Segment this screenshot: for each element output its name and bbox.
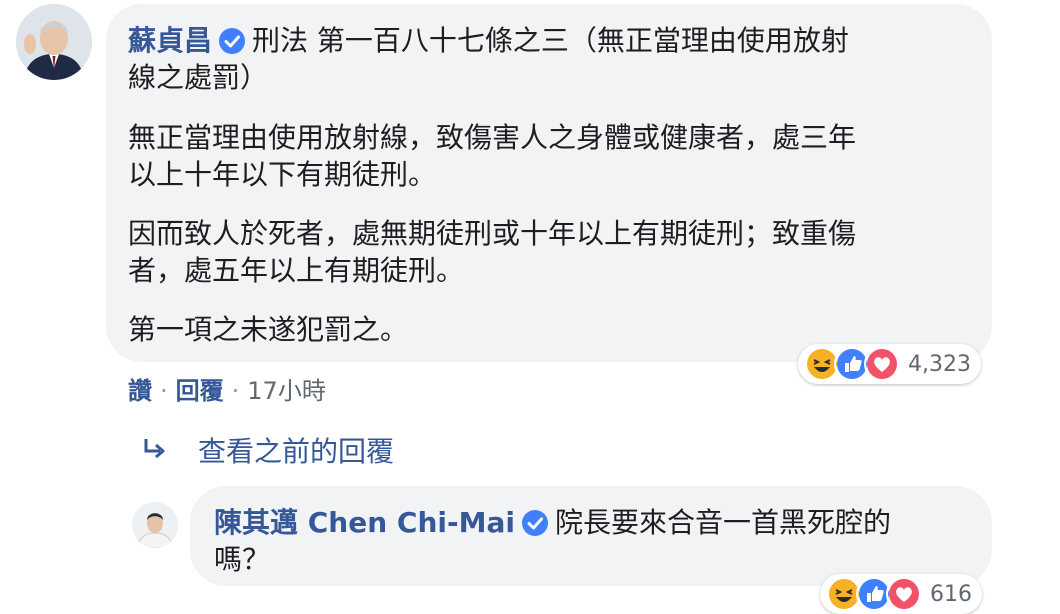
reply-text-line2: 嗎？: [214, 543, 271, 576]
reactions-summary-main[interactable]: 4,323: [798, 344, 981, 384]
view-previous-replies[interactable]: 查看之前的回覆: [140, 430, 394, 470]
paragraph2-line1: 因而致人於死者，處無期徒刑或十年以上有期徒刑；致重傷: [128, 217, 857, 250]
paragraph2-line2: 者，處五年以上有期徒刑。: [128, 254, 465, 287]
verified-badge-icon: [219, 28, 246, 54]
paragraph3-line1: 第一項之未遂犯罰之。: [128, 313, 409, 346]
reply-header-line: 陳其邁 Chen Chi-Mai 院長要來合音一首黑死腔的: [214, 506, 891, 540]
profile-photo: [16, 4, 92, 80]
reply-author-name[interactable]: 陳其邁 Chen Chi-Mai: [214, 506, 515, 539]
verified-badge-icon: [521, 510, 548, 536]
reply-link[interactable]: 回覆: [176, 377, 224, 405]
reply-arrow-icon: [144, 439, 165, 459]
comment-text-line2: 線之處罰）: [128, 61, 269, 94]
reaction-count-reply: 616: [930, 581, 972, 607]
paragraph1-line1: 無正當理由使用放射線，致傷害人之身體或健康者，處三年: [128, 121, 857, 154]
profile-photo: [132, 502, 178, 548]
like-link[interactable]: 讚: [128, 377, 152, 405]
avatar-main[interactable]: [16, 4, 92, 80]
author-name[interactable]: 蘇貞昌: [128, 24, 212, 57]
love-icon: [864, 346, 900, 382]
comment-actions-main: 讚 · 回覆 · 17小時: [128, 371, 326, 406]
comment-header-line: 蘇貞昌 刑法 第一百八十七條之三（無正當理由使用放射: [128, 24, 849, 58]
separator-dot: ·: [160, 377, 168, 405]
separator-dot: ·: [231, 377, 240, 405]
reply-text-line1: 院長要來合音一首黑死腔的: [554, 506, 891, 539]
reaction-count-main: 4,323: [908, 351, 971, 377]
love-icon: [886, 576, 922, 612]
comment-text-line1: 刑法 第一百八十七條之三（無正當理由使用放射: [252, 24, 849, 57]
view-previous-label[interactable]: 查看之前的回覆: [198, 430, 394, 470]
reactions-summary-reply[interactable]: 616: [820, 574, 982, 614]
timestamp[interactable]: 17小時: [247, 377, 326, 405]
paragraph1-line2: 以上十年以下有期徒刑。: [128, 158, 437, 191]
avatar-reply[interactable]: [132, 502, 178, 548]
